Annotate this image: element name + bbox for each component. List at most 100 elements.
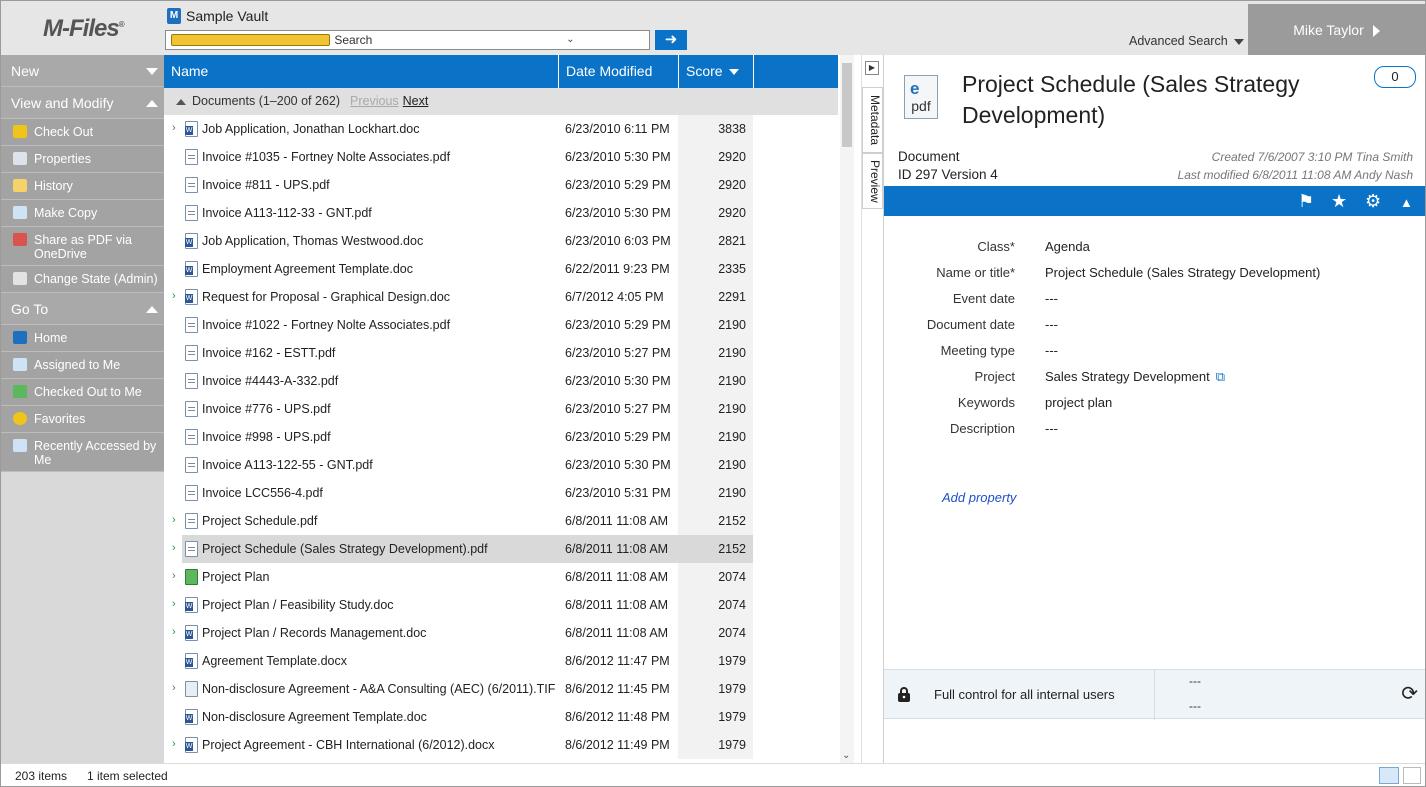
flag-icon[interactable]: ⚑ <box>1298 192 1314 210</box>
collapse-up-icon[interactable]: ▲ <box>1400 194 1413 212</box>
property-row[interactable]: Description --- <box>884 421 1425 447</box>
property-row[interactable]: Name or title* Project Schedule (Sales St… <box>884 265 1425 291</box>
expand-icon[interactable]: › <box>172 682 176 694</box>
property-row[interactable]: Class* Agenda <box>884 239 1425 265</box>
star-icon[interactable]: ★ <box>1331 192 1347 210</box>
task-label: Checked Out to Me <box>34 385 142 399</box>
expand-icon[interactable]: › <box>172 598 176 610</box>
table-row[interactable]: › Project Plan / Feasibility Study.doc 6/8… <box>164 591 838 619</box>
task-change-state[interactable]: Change State (Admin) <box>1 266 164 293</box>
table-row[interactable]: Invoice #1022 - Fortney Nolte Associates… <box>164 311 838 339</box>
workflow-state-value[interactable]: --- <box>1189 699 1201 713</box>
property-row[interactable]: Keywords project plan <box>884 395 1425 421</box>
table-row[interactable]: Invoice #162 - ESTT.pdf 6/23/2010 5:27 PM… <box>164 339 838 367</box>
table-row[interactable]: › Non-disclosure Agreement - A&A Consulti… <box>164 675 838 703</box>
property-value[interactable]: Project Schedule (Sales Strategy Develop… <box>1045 265 1320 280</box>
goto-home[interactable]: Home <box>1 325 164 352</box>
goto-favorites[interactable]: Favorites <box>1 406 164 433</box>
property-row[interactable]: Document date --- <box>884 317 1425 343</box>
goto-recently-accessed[interactable]: Recently Accessed by Me <box>1 433 164 472</box>
user-menu-button[interactable]: Mike Taylor <box>1248 4 1425 55</box>
expand-icon[interactable]: › <box>172 626 176 638</box>
table-row[interactable]: › Project Agreement - CBH International (… <box>164 731 838 759</box>
expand-icon[interactable]: › <box>172 570 176 582</box>
task-header-new[interactable]: New <box>1 55 164 87</box>
comments-button[interactable]: 0 <box>1374 66 1416 88</box>
date-modified-cell: 8/6/2012 11:45 PM <box>565 682 670 696</box>
table-row[interactable]: Invoice #776 - UPS.pdf 6/23/2010 5:27 PM 2… <box>164 395 838 423</box>
column-header-name[interactable]: Name <box>164 55 559 88</box>
table-row[interactable]: Invoice #1035 - Fortney Nolte Associates… <box>164 143 838 171</box>
task-check-out[interactable]: Check Out <box>1 119 164 146</box>
next-page-link[interactable]: Next <box>403 94 429 108</box>
search-input[interactable]: Search ⌄ <box>165 30 650 50</box>
property-row[interactable]: Project Sales Strategy Development ⧉ <box>884 369 1425 395</box>
property-value[interactable]: --- <box>1045 317 1058 332</box>
expand-icon[interactable]: › <box>172 122 176 134</box>
collapse-icon[interactable] <box>176 98 186 105</box>
details-view-icon[interactable] <box>1379 767 1399 784</box>
table-row[interactable]: Invoice #811 - UPS.pdf 6/23/2010 5:29 PM 2… <box>164 171 838 199</box>
goto-assigned-to-me[interactable]: Assigned to Me <box>1 352 164 379</box>
vault-selector[interactable]: M Sample Vault <box>167 8 268 24</box>
workflow-icon[interactable]: ⟳ <box>1401 684 1418 704</box>
group-header[interactable]: Documents (1–200 of 262) Previous Next <box>164 88 838 115</box>
table-row[interactable]: › Project Schedule.pdf 6/8/2011 11:08 AM 21… <box>164 507 838 535</box>
table-row[interactable]: Job Application, Thomas Westwood.doc 6/23… <box>164 227 838 255</box>
thumbnail-view-icon[interactable] <box>1403 767 1421 784</box>
scrollbar-thumb[interactable] <box>842 63 852 147</box>
permissions-label[interactable]: Full control for all internal users <box>934 687 1115 702</box>
task-share-pdf[interactable]: Share as PDF via OneDrive <box>1 227 164 266</box>
table-row[interactable]: › Project Plan / Records Management.doc 6/… <box>164 619 838 647</box>
table-row[interactable]: › Project Schedule (Sales Strategy Develo… <box>164 535 838 563</box>
table-row[interactable]: Invoice A113-112-33 - GNT.pdf 6/23/2010 5… <box>164 199 838 227</box>
table-row[interactable]: Invoice #4443-A-332.pdf 6/23/2010 5:30 PM… <box>164 367 838 395</box>
table-row[interactable]: Non-disclosure Agreement Template.doc 8/6… <box>164 703 838 731</box>
date-modified-cell: 6/8/2011 11:08 AM <box>558 535 678 563</box>
workflow-value[interactable]: --- <box>1189 674 1201 688</box>
external-link-icon[interactable]: ⧉ <box>1216 369 1225 384</box>
task-header-view-modify[interactable]: View and Modify <box>1 87 164 119</box>
task-history[interactable]: History <box>1 173 164 200</box>
goto-checked-out-to-me[interactable]: Checked Out to Me <box>1 379 164 406</box>
property-value[interactable]: --- <box>1045 343 1058 358</box>
scroll-down-icon[interactable]: ⌄ <box>842 750 850 761</box>
file-name: Agreement Template.docx <box>202 654 347 668</box>
table-row[interactable]: Agreement Template.docx 8/6/2012 11:47 PM… <box>164 647 838 675</box>
score-cell: 1979 <box>678 647 753 675</box>
column-header-date[interactable]: Date Modified <box>559 55 679 88</box>
table-row[interactable]: › Job Application, Jonathan Lockhart.doc 6… <box>164 115 838 143</box>
table-row[interactable]: › Request for Proposal - Graphical Design… <box>164 283 838 311</box>
property-row[interactable]: Meeting type --- <box>884 343 1425 369</box>
date-modified-cell: 6/23/2010 6:03 PM <box>565 234 671 248</box>
table-row[interactable]: Invoice LCC556-4.pdf 6/23/2010 5:31 PM 219… <box>164 479 838 507</box>
property-value[interactable]: --- <box>1045 291 1058 306</box>
property-value[interactable]: --- <box>1045 421 1058 436</box>
task-header-go-to[interactable]: Go To <box>1 293 164 325</box>
list-scrollbar[interactable]: ⌄ <box>840 55 854 763</box>
expand-icon[interactable]: › <box>172 514 176 526</box>
toggle-pane-icon[interactable]: ▶ <box>865 61 879 75</box>
column-header-score[interactable]: Score <box>679 55 754 88</box>
property-label: Project <box>974 369 1015 384</box>
property-value[interactable]: Sales Strategy Development ⧉ <box>1045 369 1225 385</box>
chevron-down-icon[interactable]: ⌄ <box>492 31 649 49</box>
property-value[interactable]: Agenda <box>1045 239 1090 254</box>
tab-preview[interactable]: Preview <box>862 153 883 209</box>
expand-icon[interactable]: › <box>172 542 176 554</box>
tab-metadata[interactable]: Metadata <box>862 87 883 153</box>
table-row[interactable]: Employment Agreement Template.doc 6/22/20… <box>164 255 838 283</box>
search-go-button[interactable]: ➜ <box>655 30 687 50</box>
table-row[interactable]: Invoice #998 - UPS.pdf 6/23/2010 5:29 PM 2… <box>164 423 838 451</box>
table-row[interactable]: Invoice A113-122-55 - GNT.pdf 6/23/2010 5… <box>164 451 838 479</box>
property-value[interactable]: project plan <box>1045 395 1112 410</box>
task-make-copy[interactable]: Make Copy <box>1 200 164 227</box>
expand-icon[interactable]: › <box>172 290 176 302</box>
table-row[interactable]: › Project Plan 6/8/2011 11:08 AM 2074 <box>164 563 838 591</box>
add-property-link[interactable]: Add property <box>942 490 1016 505</box>
advanced-search-toggle[interactable]: Advanced Search <box>1129 34 1244 48</box>
gear-icon[interactable]: ⚙ <box>1365 192 1381 210</box>
property-row[interactable]: Event date --- <box>884 291 1425 317</box>
expand-icon[interactable]: › <box>172 738 176 750</box>
task-properties[interactable]: Properties <box>1 146 164 173</box>
